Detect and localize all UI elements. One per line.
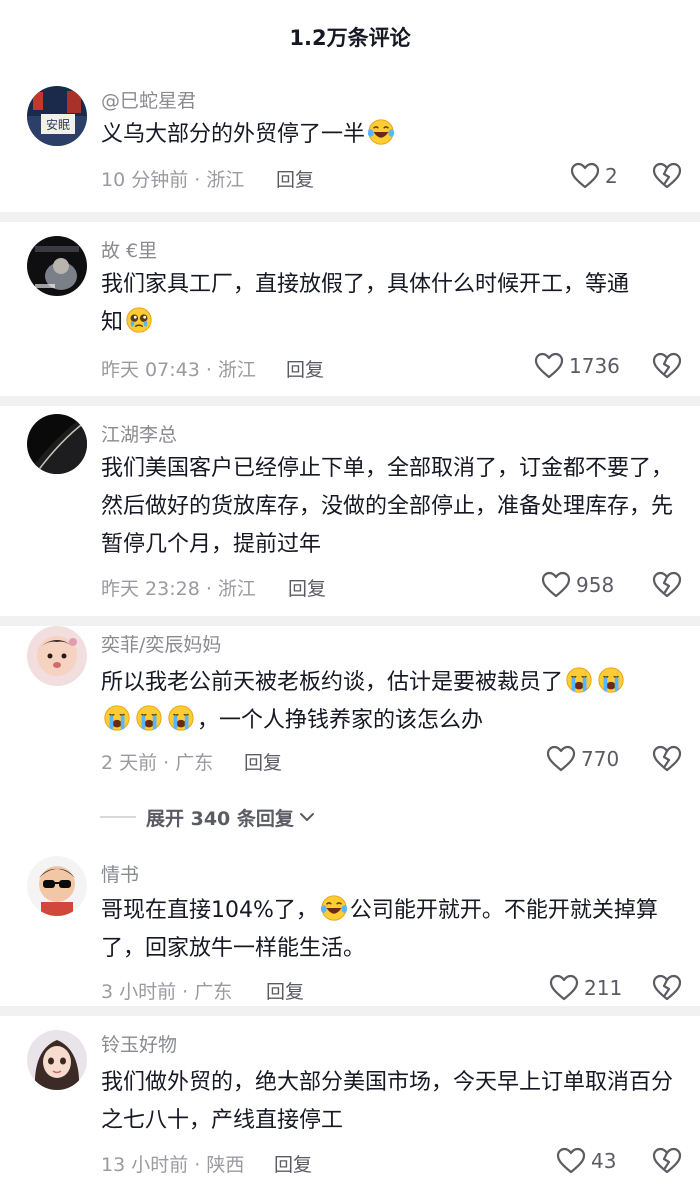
- comment-time-location: 10 分钟前 · 浙江: [101, 169, 245, 191]
- comment-item: 情书 哥现在直接104%了， 公司能开就开。不能开就关掉算了，回家放牛一样能生活。…: [0, 846, 700, 1006]
- loudly-crying-emoji: [166, 703, 196, 733]
- laugh-cry-emoji: [366, 117, 396, 147]
- comment-text: 义乌大部分的外贸停了一半: [101, 116, 681, 154]
- heart-outline-icon: [555, 1145, 587, 1177]
- like-button[interactable]: 1736: [533, 350, 620, 382]
- expand-replies-button[interactable]: 展开 340 条回复: [100, 800, 420, 834]
- heart-outline-icon: [540, 569, 572, 601]
- like-count: 770: [581, 747, 620, 771]
- heart-outline-icon: [533, 350, 565, 382]
- comment-text-part: ，一个人挣钱养家的该怎么办: [197, 708, 484, 733]
- broken-heart-icon: [651, 160, 683, 192]
- broken-heart-icon: [651, 350, 683, 382]
- reply-button[interactable]: 回复: [274, 1150, 312, 1177]
- comment-item: 奕菲/奕辰妈妈 所以我老公前天被老板约谈，估计是要被裁员了 ，一个人挣钱养家的该怎…: [0, 626, 700, 876]
- avatar[interactable]: 安眠: [27, 86, 87, 146]
- dislike-button[interactable]: [651, 569, 683, 601]
- avatar[interactable]: [27, 856, 87, 916]
- comment-text: 我们家具工厂，直接放假了，具体什么时候开工，等通知: [101, 266, 681, 342]
- avatar[interactable]: [27, 626, 87, 686]
- comment-item: 安眠 @巳蛇星君 义乌大部分的外贸停了一半 10 分钟前 · 浙江 回复 2: [0, 70, 700, 212]
- laugh-cry-emoji: [319, 893, 349, 923]
- comment-text-part: 义乌大部分的外贸停了一半: [101, 122, 366, 147]
- divider: [0, 212, 700, 222]
- comment-time-location: 昨天 23:28 · 浙江: [101, 578, 256, 600]
- loudly-crying-emoji: [102, 703, 132, 733]
- comments-header: 1.2万条评论: [0, 0, 700, 70]
- comment-time-location: 昨天 07:43 · 浙江: [101, 359, 256, 381]
- reply-button[interactable]: 回复: [276, 165, 314, 192]
- dislike-button[interactable]: [651, 972, 683, 1004]
- avatar-sign-text: 安眠: [46, 117, 70, 132]
- comment-text: 我们美国客户已经停止下单，全部取消了，订金都不要了，然后做好的货放库存，没做的全…: [101, 456, 674, 557]
- broken-heart-icon: [651, 972, 683, 1004]
- comment-time-location: 13 小时前 · 陕西: [101, 1154, 245, 1176]
- comment-author[interactable]: @巳蛇星君: [101, 86, 196, 113]
- like-button[interactable]: 958: [540, 569, 614, 601]
- like-count: 211: [584, 976, 623, 1000]
- comment-author[interactable]: 铃玉好物: [101, 1030, 177, 1057]
- comment-text-part: 我们家具工厂，直接放假了，具体什么时候开工，等通: [101, 272, 630, 297]
- comment-text: 哥现在直接104%了， 公司能开就开。不能开就关掉算了，回家放牛一样能生活。: [101, 892, 681, 968]
- divider: [100, 816, 136, 818]
- loudly-crying-emoji: [564, 665, 594, 695]
- loudly-crying-emoji: [134, 703, 164, 733]
- reply-button[interactable]: 回复: [288, 574, 326, 601]
- broken-heart-icon: [651, 569, 683, 601]
- divider: [0, 396, 700, 406]
- expand-replies-label: 展开 340 条回复: [146, 807, 294, 830]
- like-count: 1736: [569, 354, 620, 378]
- comment-time-location: 2 天前 · 广东: [101, 752, 214, 774]
- avatar[interactable]: [27, 236, 87, 296]
- comment-item: 铃玉好物 我们做外贸的，绝大部分美国市场，今天早上订单取消百分之七八十，产线直接…: [0, 1016, 700, 1200]
- divider: [0, 1006, 700, 1016]
- dislike-button[interactable]: [651, 350, 683, 382]
- heart-outline-icon: [569, 160, 601, 192]
- broken-heart-icon: [651, 743, 683, 775]
- like-count: 2: [605, 164, 618, 188]
- loudly-crying-emoji: [596, 665, 626, 695]
- comment-text: 我们做外贸的，绝大部分美国市场，今天早上订单取消百分之七八十，产线直接停工: [101, 1070, 674, 1133]
- comment-author[interactable]: 奕菲/奕辰妈妈: [101, 630, 221, 657]
- avatar[interactable]: [27, 414, 87, 474]
- comment-author[interactable]: 情书: [101, 860, 139, 887]
- reply-button[interactable]: 回复: [266, 977, 304, 1004]
- divider: [0, 616, 700, 626]
- like-button[interactable]: 2: [569, 160, 618, 192]
- comment-author[interactable]: 故 €里: [101, 236, 157, 263]
- heart-outline-icon: [548, 972, 580, 1004]
- comment-text-part: 所以我老公前天被老板约谈，估计是要被裁员了: [101, 670, 564, 695]
- pleading-face-emoji: [124, 305, 154, 335]
- comment-author[interactable]: 江湖李总: [101, 420, 177, 447]
- heart-outline-icon: [545, 743, 577, 775]
- reply-button[interactable]: 回复: [244, 748, 282, 775]
- avatar[interactable]: [27, 1030, 87, 1090]
- comment-item: 江湖李总 我们美国客户已经停止下单，全部取消了，订金都不要了，然后做好的货放库存…: [0, 406, 700, 616]
- like-button[interactable]: 43: [555, 1145, 616, 1177]
- comment-text-part: 知: [101, 310, 124, 335]
- dislike-button[interactable]: [651, 1145, 683, 1177]
- comment-time-location: 3 小时前 · 广东: [101, 981, 233, 1003]
- comment-text-part: 哥现在直接104%了，: [101, 898, 318, 923]
- comment-item: 故 €里 我们家具工厂，直接放假了，具体什么时候开工，等通知 昨天 07:43 …: [0, 222, 700, 396]
- comment-count-title: 1.2万条评论: [289, 26, 411, 50]
- comment-text: 所以我老公前天被老板约谈，估计是要被裁员了 ，一个人挣钱养家的该怎么办: [101, 664, 681, 740]
- like-button[interactable]: 770: [545, 743, 619, 775]
- reply-button[interactable]: 回复: [286, 355, 324, 382]
- broken-heart-icon: [651, 1145, 683, 1177]
- like-count: 43: [591, 1149, 617, 1173]
- like-count: 958: [576, 573, 615, 597]
- like-button[interactable]: 211: [548, 972, 622, 1004]
- chevron-down-icon: [299, 813, 314, 821]
- dislike-button[interactable]: [651, 743, 683, 775]
- dislike-button[interactable]: [651, 160, 683, 192]
